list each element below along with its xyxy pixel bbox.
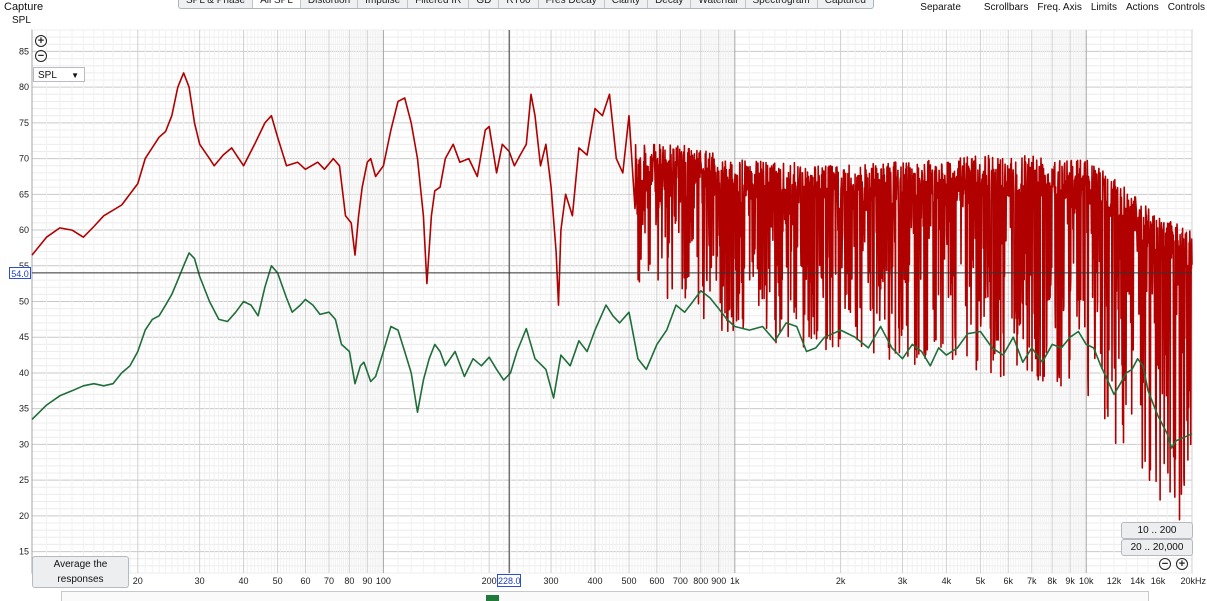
x-tick-label: 9k: [1065, 576, 1075, 586]
x-tick-label: 400: [587, 576, 602, 586]
cursor-freq-readout: 228.0: [497, 574, 521, 587]
x-tick-label: 30: [195, 576, 205, 586]
y-tick-label: 25: [19, 475, 29, 485]
y-tick-label: 30: [19, 439, 29, 449]
x-tick-label: 1k: [730, 576, 740, 586]
x-tick-label: 7k: [1027, 576, 1037, 586]
x-tick-label: 200: [482, 576, 497, 586]
x-tick-label: 14k: [1130, 576, 1145, 586]
x-tick-label: 500: [622, 576, 637, 586]
x-tick-label: 4k: [942, 576, 952, 586]
zoom-out-icon[interactable]: −: [35, 50, 47, 62]
x-tick-label: 8k: [1047, 576, 1057, 586]
x-tick-label: 16k: [1151, 576, 1166, 586]
x-tick-label: 600: [649, 576, 664, 586]
x-tick-label: 20kHz: [1180, 576, 1206, 586]
x-tick-label: 90: [362, 576, 372, 586]
x-tick-label: 3k: [898, 576, 908, 586]
zoom-in-icon[interactable]: +: [35, 35, 47, 47]
y-tick-label: 60: [19, 225, 29, 235]
x-tick-label: 700: [673, 576, 688, 586]
y-tick-label: 70: [19, 154, 29, 164]
zoom-in-x-icon[interactable]: +: [1176, 558, 1188, 570]
x-tick-label: 70: [324, 576, 334, 586]
chevron-down-icon: ▼: [71, 71, 79, 80]
spl-select-value: SPL: [38, 70, 57, 81]
x-tick-label: 800: [693, 576, 708, 586]
x-tick-label: 20: [133, 576, 143, 586]
y-tick-label: 80: [19, 82, 29, 92]
spl-graph[interactable]: 152025303540455055606570758085 102030405…: [0, 0, 1207, 600]
x-tick-label: 100: [376, 576, 391, 586]
x-tick-label: 5k: [976, 576, 986, 586]
x-tick-label: 50: [273, 576, 283, 586]
x-tick-label: 2k: [836, 576, 846, 586]
spl-select[interactable]: SPL ▼: [33, 67, 85, 82]
x-tick-label: 40: [239, 576, 249, 586]
y-tick-label: 35: [19, 404, 29, 414]
y-tick-label: 85: [19, 46, 29, 56]
y-tick-label: 45: [19, 332, 29, 342]
x-tick-label: 900: [711, 576, 726, 586]
x-tick-label: 12k: [1107, 576, 1122, 586]
y-tick-label: 20: [19, 511, 29, 521]
y-tick-labels: 152025303540455055606570758085: [19, 46, 29, 556]
legend-swatch[interactable]: [486, 595, 499, 601]
range-20-20000-button[interactable]: 20 .. 20,000: [1121, 539, 1193, 556]
x-tick-label: 60: [300, 576, 310, 586]
y-tick-label: 75: [19, 118, 29, 128]
range-10-200-button[interactable]: 10 .. 200: [1121, 522, 1193, 539]
y-tick-label: 65: [19, 189, 29, 199]
cursor-spl-readout: 54.0: [9, 267, 31, 279]
x-tick-labels: 1020304050607080901002003004005006007008…: [32, 576, 1206, 586]
x-tick-label: 300: [544, 576, 559, 586]
x-tick-label: 6k: [1003, 576, 1013, 586]
y-tick-label: 40: [19, 368, 29, 378]
zoom-out-x-icon[interactable]: −: [1159, 558, 1171, 570]
x-tick-label: 10k: [1079, 576, 1094, 586]
y-tick-label: 50: [19, 297, 29, 307]
x-tick-label: 80: [344, 576, 354, 586]
y-tick-label: 15: [19, 547, 29, 557]
average-responses-button[interactable]: Average the responses: [32, 556, 129, 588]
